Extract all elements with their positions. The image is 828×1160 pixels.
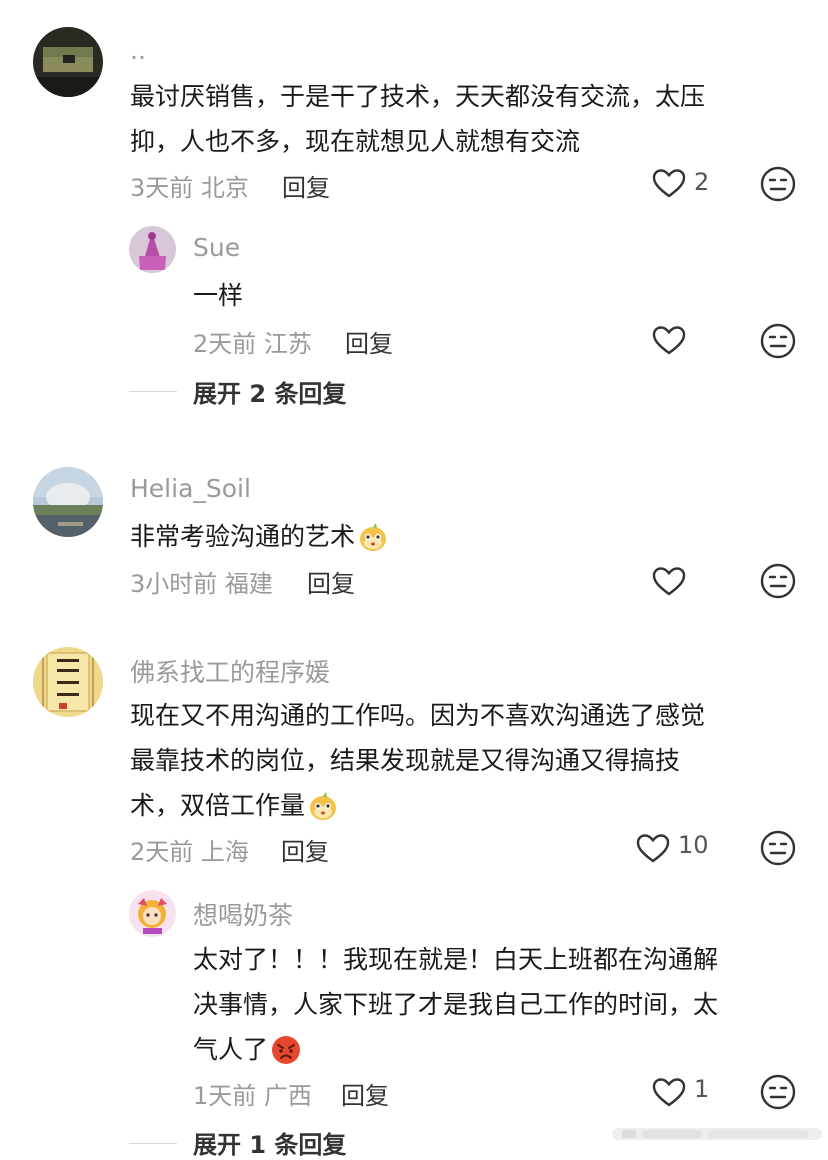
- avatar[interactable]: [33, 27, 103, 97]
- heart-outline-icon[interactable]: [652, 566, 686, 597]
- avatar[interactable]: [129, 890, 176, 937]
- meh-face-icon[interactable]: [760, 1074, 796, 1110]
- reply-meta: 2天前 江苏: [193, 330, 312, 358]
- comment-text: 现在又不用沟通的工作吗。因为不喜欢沟通选了感觉 最靠技术的岗位，结果发现就是又得…: [130, 701, 706, 820]
- reply-button[interactable]: 回复: [341, 1076, 389, 1111]
- heart-outline-icon[interactable]: [652, 325, 686, 356]
- watermark-icon: [612, 1128, 822, 1140]
- comment-author[interactable]: ..: [130, 36, 146, 65]
- meh-face-icon[interactable]: [760, 323, 796, 359]
- meh-face-icon[interactable]: [760, 166, 796, 202]
- reply-text: 一样: [193, 281, 244, 310]
- heart-outline-icon[interactable]: [652, 1077, 686, 1108]
- dog-sticker-emoji: [360, 523, 387, 551]
- reply-meta: 1天前 广西: [193, 1082, 312, 1110]
- like-count: 10: [678, 831, 709, 859]
- divider: [129, 1143, 177, 1144]
- comment-author[interactable]: Helia_Soil: [130, 474, 251, 503]
- divider: [129, 391, 177, 392]
- expand-replies-button[interactable]: 展开 2 条回复: [193, 374, 346, 409]
- comment-author[interactable]: 佛系找工的程序媛: [130, 653, 330, 689]
- comment-meta: 2天前 上海: [130, 838, 249, 866]
- reply-author[interactable]: Sue: [193, 233, 240, 262]
- comment-text: 非常考验沟通的艺术: [130, 514, 389, 559]
- reply-text: 太对了！！！我现在就是！白天上班都在沟通解 决事情，人家下班了才是我自己工作的时…: [193, 945, 719, 1064]
- reply-button[interactable]: 回复: [307, 564, 355, 599]
- reply-button[interactable]: 回复: [345, 324, 393, 359]
- meh-face-icon[interactable]: [760, 830, 796, 866]
- reply-button[interactable]: 回复: [282, 168, 330, 203]
- comment-text: 最讨厌销售，于是干了技术，天天都没有交流，太压 抑，人也不多，现在就想见人就想有…: [130, 82, 706, 156]
- dog-sticker-emoji: [310, 792, 337, 820]
- heart-outline-icon[interactable]: [636, 833, 670, 864]
- meh-face-icon[interactable]: [760, 563, 796, 599]
- reply-author[interactable]: 想喝奶茶: [193, 896, 293, 932]
- comment-meta: 3天前 北京: [130, 174, 249, 202]
- heart-outline-icon[interactable]: [652, 168, 686, 199]
- avatar[interactable]: [129, 226, 176, 273]
- like-count: 2: [694, 168, 710, 196]
- comment-meta: 3小时前 福建: [130, 570, 273, 598]
- reply-button[interactable]: 回复: [281, 832, 329, 867]
- avatar[interactable]: [33, 467, 103, 537]
- angry-face-emoji: [272, 1036, 301, 1064]
- like-count: 1: [694, 1075, 710, 1103]
- avatar[interactable]: [33, 647, 103, 717]
